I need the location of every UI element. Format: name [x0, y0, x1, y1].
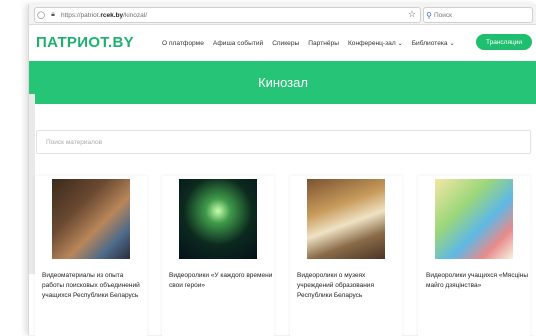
browser-search-placeholder: Поиск [434, 11, 453, 19]
url-domain: rcek.by [100, 11, 124, 19]
video-card-caption[interactable]: Видеоролики о музеях учреждений образова… [297, 271, 401, 301]
search-icon: ⚲ [426, 10, 432, 20]
video-card[interactable]: Видеоматериалы из опыта работы поисковых… [35, 176, 147, 336]
video-thumbnail[interactable] [435, 179, 513, 259]
main-nav: О платформе Афиша событий Спикеры Партнё… [162, 40, 455, 47]
nav-item-library[interactable]: Библиотека ⌄ [412, 40, 455, 47]
video-thumbnail[interactable] [307, 179, 385, 259]
chevron-down-icon: ⌄ [397, 41, 403, 47]
chevron-down-icon: ⌄ [449, 41, 455, 47]
video-card[interactable]: Видеоролики о музеях учреждений образова… [290, 176, 402, 336]
browser-window: ◯ 🔒︎ https://patriot.rcek.by/kinozal/ ☆ … [28, 4, 536, 336]
browser-toolbar: ◯ 🔒︎ https://patriot.rcek.by/kinozal/ ☆ … [29, 4, 536, 25]
video-thumbnail[interactable] [179, 179, 257, 259]
video-card-caption[interactable]: Видеоматериалы из опыта работы поисковых… [42, 271, 146, 301]
video-card-caption[interactable]: Видеоролики учащихся «Мясціны майго дзяц… [426, 271, 534, 291]
nav-item-speakers[interactable]: Спикеры [272, 40, 299, 47]
address-bar[interactable]: ◯ 🔒︎ https://patriot.rcek.by/kinozal/ ☆ [34, 7, 421, 23]
nav-item-library-label: Библиотека [411, 40, 448, 47]
url-text[interactable]: https://patriot.rcek.by/kinozal/ [61, 12, 147, 19]
site-header: ПАТРИОТ.BY О платформе Афиша событий Спи… [29, 25, 536, 61]
streams-button[interactable]: Трансляции [476, 34, 532, 50]
url-path: /kinozal/ [123, 11, 148, 19]
shield-icon[interactable]: ◯ [35, 11, 47, 19]
material-search-input[interactable]: Поиск материалов [36, 130, 531, 154]
browser-search-box[interactable]: ⚲ Поиск [423, 7, 533, 23]
url-prefix: https://patriot. [61, 11, 101, 19]
video-card[interactable]: Видеоролики «У каждого времени свои геро… [162, 176, 274, 336]
site-logo[interactable]: ПАТРИОТ.BY [36, 34, 134, 51]
video-thumbnail[interactable] [52, 179, 130, 259]
nav-item-conference-label: Конференц-зал [347, 40, 396, 47]
page-hero: Кинозал [29, 61, 536, 104]
page-title: Кинозал [258, 75, 308, 90]
bookmark-star-icon[interactable]: ☆ [408, 9, 416, 20]
video-card[interactable]: Видеоролики учащихся «Мясціны майго дзяц… [418, 176, 530, 336]
video-card-caption[interactable]: Видеоролики «У каждого времени свои геро… [169, 271, 273, 291]
nav-item-about[interactable]: О платформе [162, 40, 204, 47]
lock-icon[interactable]: 🔒︎ [47, 11, 59, 19]
nav-item-events[interactable]: Афиша событий [213, 40, 263, 47]
nav-item-conference[interactable]: Конференц-зал ⌄ [348, 40, 403, 47]
material-search-placeholder: Поиск материалов [46, 138, 103, 146]
nav-item-partners[interactable]: Партнёры [308, 40, 339, 47]
